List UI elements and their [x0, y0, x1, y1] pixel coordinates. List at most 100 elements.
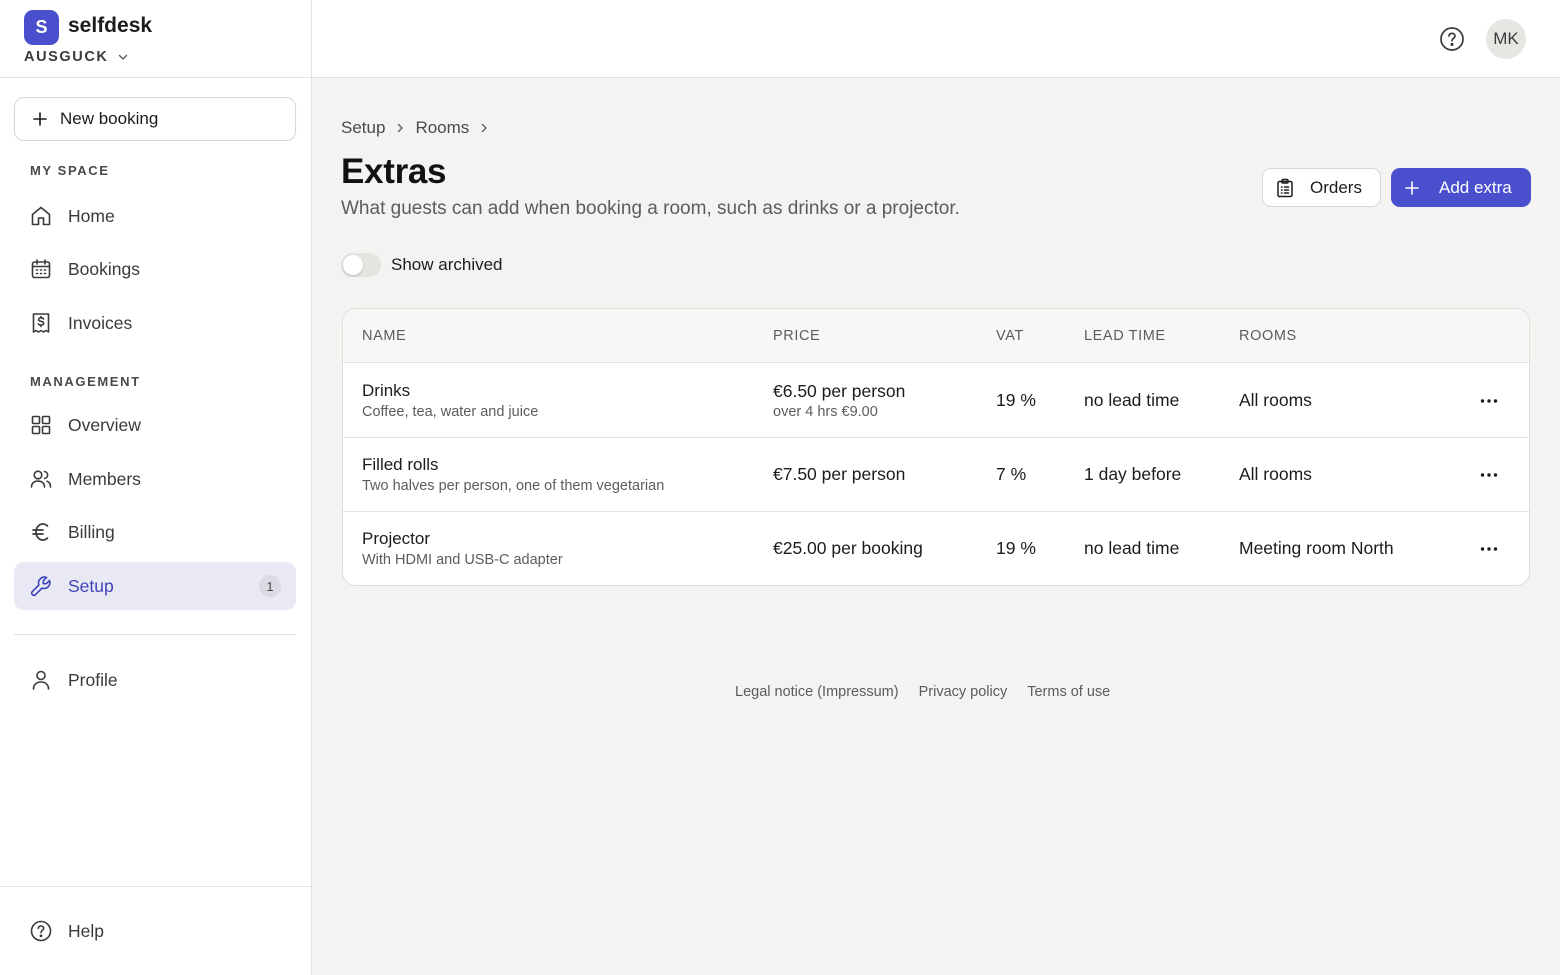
sidebar-item-invoices[interactable]: Invoices [14, 299, 296, 347]
page-footer: Legal notice (Impressum) Privacy policy … [735, 684, 1110, 700]
sidebar-item-bookings[interactable]: Bookings [14, 245, 296, 293]
column-header-rooms: ROOMS [1239, 328, 1297, 344]
sidebar-item-billing[interactable]: Billing [14, 508, 296, 556]
breadcrumb: Setup Rooms [341, 118, 490, 138]
sidebar-item-label: Overview [68, 414, 141, 435]
terms-of-use-link[interactable]: Terms of use [1027, 684, 1110, 700]
chevron-right-icon [394, 122, 406, 134]
user-avatar[interactable]: MK [1486, 19, 1526, 59]
privacy-policy-link[interactable]: Privacy policy [919, 684, 1008, 700]
wrench-icon [29, 574, 53, 598]
extra-description: With HDMI and USB-C adapter [362, 552, 563, 568]
sidebar-item-help[interactable]: Help [14, 907, 296, 955]
brand-logo: S [24, 10, 59, 45]
extra-vat: 7 % [996, 464, 1027, 484]
sidebar-item-overview[interactable]: Overview [14, 401, 296, 449]
extra-name: Drinks [362, 381, 411, 400]
sidebar: S selfdesk AUSGUCK New booking MY SPACE … [0, 0, 312, 975]
more-actions-icon[interactable] [1471, 539, 1507, 559]
extra-name-cell: Filled rolls Two halves per person, one … [362, 455, 664, 494]
workspace-switcher[interactable]: AUSGUCK [24, 49, 129, 65]
sidebar-item-label: Profile [68, 669, 118, 690]
new-booking-label: New booking [60, 109, 159, 128]
column-header-name: NAME [362, 328, 407, 344]
sidebar-divider [14, 634, 296, 635]
breadcrumb-setup[interactable]: Setup [341, 118, 385, 138]
top-bar: MK [312, 0, 1560, 78]
toggle-knob [343, 255, 363, 275]
orders-button[interactable]: Orders [1262, 168, 1381, 207]
extra-price: €7.50 per person [773, 464, 906, 484]
section-label-my-space: MY SPACE [30, 163, 110, 178]
legal-notice-link[interactable]: Legal notice (Impressum) [735, 684, 899, 700]
extra-price-note: over 4 hrs €9.00 [773, 404, 878, 420]
breadcrumb-rooms[interactable]: Rooms [415, 118, 469, 138]
extra-rooms: All rooms [1239, 464, 1312, 484]
price-cell: €25.00 per booking [773, 538, 923, 559]
help-circle-icon [29, 919, 53, 943]
sidebar-item-label: Billing [68, 521, 115, 542]
price-cell: €6.50 per person over 4 hrs €9.00 [773, 381, 905, 420]
brand-name: selfdesk [68, 14, 153, 37]
price-cell: €7.50 per person [773, 464, 905, 485]
extra-lead-time: no lead time [1084, 538, 1180, 558]
page-description: What guests can add when booking a room,… [341, 198, 960, 219]
extra-name: Filled rolls [362, 455, 439, 474]
new-booking-button[interactable]: New booking [14, 97, 296, 141]
extra-description: Coffee, tea, water and juice [362, 404, 539, 420]
sidebar-item-label: Members [68, 468, 141, 489]
calendar-icon [29, 257, 53, 281]
sidebar-item-setup[interactable]: Setup 1 [14, 562, 296, 610]
add-extra-label: Add extra [1439, 177, 1512, 197]
extra-price: €25.00 per booking [773, 538, 923, 558]
table-row[interactable]: Filled rolls Two halves per person, one … [343, 438, 1529, 512]
table-header: NAME PRICE VAT LEAD TIME ROOMS [343, 309, 1529, 363]
plus-icon [1404, 180, 1420, 196]
sidebar-item-label: Bookings [68, 258, 140, 279]
sidebar-item-label: Invoices [68, 312, 133, 333]
extra-price: €6.50 per person [773, 381, 906, 401]
plus-icon [32, 111, 48, 127]
extra-vat: 19 % [996, 538, 1036, 558]
column-header-price: PRICE [773, 328, 821, 344]
sidebar-item-members[interactable]: Members [14, 455, 296, 503]
user-icon [29, 668, 53, 692]
extras-table: NAME PRICE VAT LEAD TIME ROOMS Drinks Co… [342, 308, 1530, 586]
home-icon [29, 204, 53, 228]
workspace-name: AUSGUCK [24, 49, 109, 65]
extra-rooms: All rooms [1239, 390, 1312, 410]
extra-lead-time: no lead time [1084, 390, 1180, 410]
help-icon[interactable] [1439, 26, 1465, 52]
add-extra-button[interactable]: Add extra [1391, 168, 1531, 207]
extra-description: Two halves per person, one of them veget… [362, 478, 665, 494]
table-row[interactable]: Projector With HDMI and USB-C adapter €2… [343, 512, 1529, 585]
extra-vat: 19 % [996, 390, 1036, 410]
euro-icon [29, 520, 53, 544]
table-row[interactable]: Drinks Coffee, tea, water and juice €6.5… [343, 364, 1529, 438]
extra-name-cell: Projector With HDMI and USB-C adapter [362, 529, 563, 568]
chevron-down-icon [117, 51, 129, 63]
sidebar-item-profile[interactable]: Profile [14, 656, 296, 704]
sidebar-bottom-divider [0, 886, 311, 887]
sidebar-item-label: Home [68, 205, 115, 226]
page-title: Extras [341, 152, 447, 191]
column-header-lead-time: LEAD TIME [1084, 328, 1166, 344]
show-archived-row: Show archived [341, 253, 503, 277]
more-actions-icon[interactable] [1471, 391, 1507, 411]
extra-lead-time: 1 day before [1084, 464, 1182, 484]
show-archived-toggle[interactable] [341, 253, 381, 277]
brand-header: S selfdesk AUSGUCK [0, 0, 311, 78]
extra-rooms: Meeting room North [1239, 538, 1394, 558]
section-label-management: MANAGEMENT [30, 374, 141, 389]
sidebar-item-label: Setup [68, 575, 114, 596]
extra-name: Projector [362, 529, 431, 548]
sidebar-item-label: Help [68, 920, 104, 941]
show-archived-label: Show archived [391, 255, 503, 274]
chevron-right-icon [478, 122, 490, 134]
sidebar-item-home[interactable]: Home [14, 192, 296, 240]
extra-name-cell: Drinks Coffee, tea, water and juice [362, 381, 538, 420]
setup-count-badge: 1 [259, 575, 281, 597]
users-icon [29, 467, 53, 491]
more-actions-icon[interactable] [1471, 465, 1507, 485]
orders-label: Orders [1310, 177, 1362, 197]
